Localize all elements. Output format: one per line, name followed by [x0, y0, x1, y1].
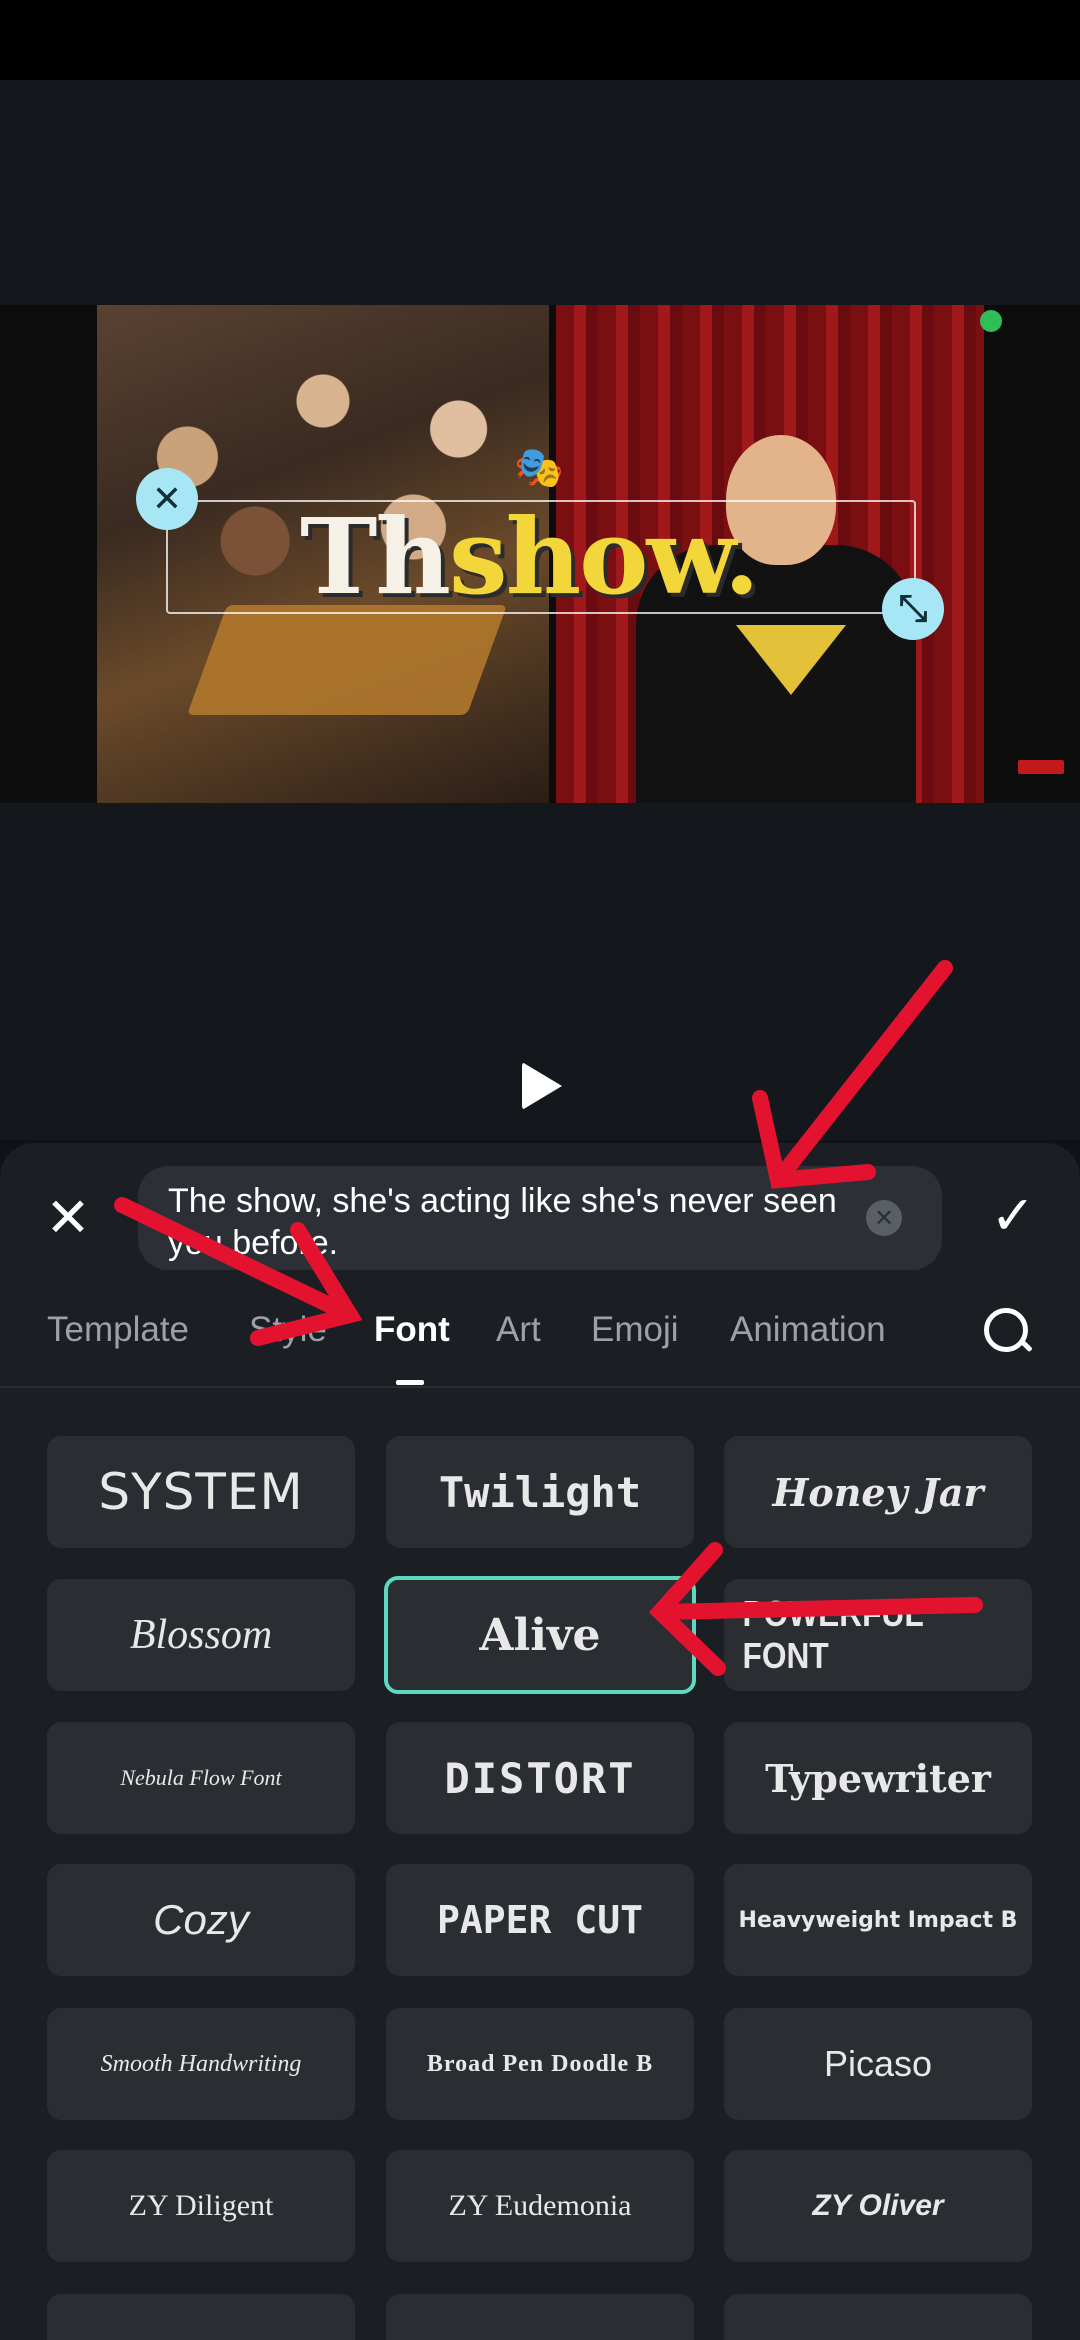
font-label: Cozy: [153, 1896, 249, 1943]
remove-text-handle-icon[interactable]: ✕: [136, 468, 198, 530]
divider: [0, 1386, 1080, 1388]
font-label: Honey Jar: [772, 1469, 984, 1515]
audience-table: [186, 605, 508, 715]
search-icon[interactable]: [984, 1308, 1028, 1352]
tab-emoji[interactable]: Emoji: [591, 1300, 679, 1360]
mic-indicator-icon: [980, 310, 1002, 332]
font-option-partial[interactable]: [47, 2294, 355, 2340]
font-option-paper-cut[interactable]: PAPER CUT: [386, 1864, 694, 1976]
font-option-honey-jar[interactable]: Honey Jar: [724, 1436, 1032, 1548]
font-label: Typewriter: [765, 1755, 991, 1801]
font-label: Twilight: [438, 1467, 642, 1517]
font-option-distort[interactable]: DISTORT: [386, 1722, 694, 1834]
tab-font[interactable]: Font: [374, 1300, 450, 1360]
status-bar: [0, 0, 1080, 80]
caption-rest: show.: [449, 495, 760, 618]
check-icon[interactable]: ✓: [980, 1186, 1046, 1246]
tab-style[interactable]: Style: [249, 1300, 327, 1360]
play-icon[interactable]: [522, 1062, 562, 1110]
font-label: ZY Eudemonia: [448, 2189, 632, 2222]
font-option-smooth-handwriting[interactable]: Smooth Handwriting: [47, 2008, 355, 2120]
font-option-heavyweight-impact[interactable]: Heavyweight Impact B: [724, 1864, 1032, 1976]
font-option-typewriter[interactable]: Typewriter: [724, 1722, 1032, 1834]
font-option-partial[interactable]: [386, 2294, 694, 2340]
font-label: Heavyweight Impact B: [738, 1907, 1018, 1933]
caption-text[interactable]: Thshow.: [300, 495, 760, 618]
font-option-partial[interactable]: [724, 2294, 1032, 2340]
font-label: Nebula Flow Font: [120, 1765, 282, 1790]
font-option-zy-diligent[interactable]: ZY Diligent: [47, 2150, 355, 2262]
font-label: Alive: [479, 1609, 601, 1661]
clear-text-icon[interactable]: ✕: [866, 1200, 902, 1236]
font-option-system[interactable]: SYSTEM: [47, 1436, 355, 1548]
text-input[interactable]: The show, she's acting like she's never …: [138, 1166, 942, 1270]
font-option-twilight[interactable]: Twilight: [386, 1436, 694, 1548]
font-option-cozy[interactable]: Cozy: [47, 1864, 355, 1976]
font-label: Picaso: [823, 2043, 933, 2084]
font-label: Blossom: [129, 1612, 273, 1658]
font-option-zy-oliver[interactable]: ZY Oliver: [724, 2150, 1032, 2262]
theater-masks-sticker[interactable]: 🎭: [514, 448, 564, 488]
font-label: ZY Oliver: [812, 2189, 944, 2222]
font-label: ZY Diligent: [128, 2189, 274, 2222]
text-input-value[interactable]: The show, she's acting like she's never …: [168, 1180, 868, 1264]
close-icon[interactable]: ✕: [40, 1190, 96, 1246]
font-label: PAPER CUT: [437, 1898, 643, 1942]
font-option-nebula-flow[interactable]: Nebula Flow Font: [47, 1722, 355, 1834]
tab-art[interactable]: Art: [496, 1300, 541, 1360]
font-option-picaso[interactable]: Picaso: [724, 2008, 1032, 2120]
tab-bar: Template Style Font Art Emoji Animation: [0, 1300, 1080, 1380]
font-label: Smooth Handwriting: [100, 2050, 302, 2077]
font-option-broad-pen-doodle[interactable]: Broad Pen Doodle B: [386, 2008, 694, 2120]
font-option-alive[interactable]: Alive: [384, 1576, 696, 1694]
font-label: POWERFUL FONT: [742, 1593, 924, 1676]
font-option-blossom[interactable]: Blossom: [47, 1579, 355, 1691]
font-label: Broad Pen Doodle B: [426, 2050, 654, 2077]
font-label: SYSTEM: [98, 1463, 304, 1521]
caption-prefix: Th: [300, 495, 451, 618]
watermark-badge: [1018, 760, 1064, 774]
font-label: DISTORT: [444, 1753, 636, 1803]
font-option-powerful-font[interactable]: POWERFUL FONT: [724, 1579, 1032, 1691]
tab-animation[interactable]: Animation: [730, 1300, 886, 1360]
tab-template[interactable]: Template: [47, 1300, 189, 1360]
resize-rotate-handle-icon[interactable]: ⤡: [882, 578, 944, 640]
font-option-zy-eudemonia[interactable]: ZY Eudemonia: [386, 2150, 694, 2262]
active-tab-indicator: [396, 1380, 424, 1385]
